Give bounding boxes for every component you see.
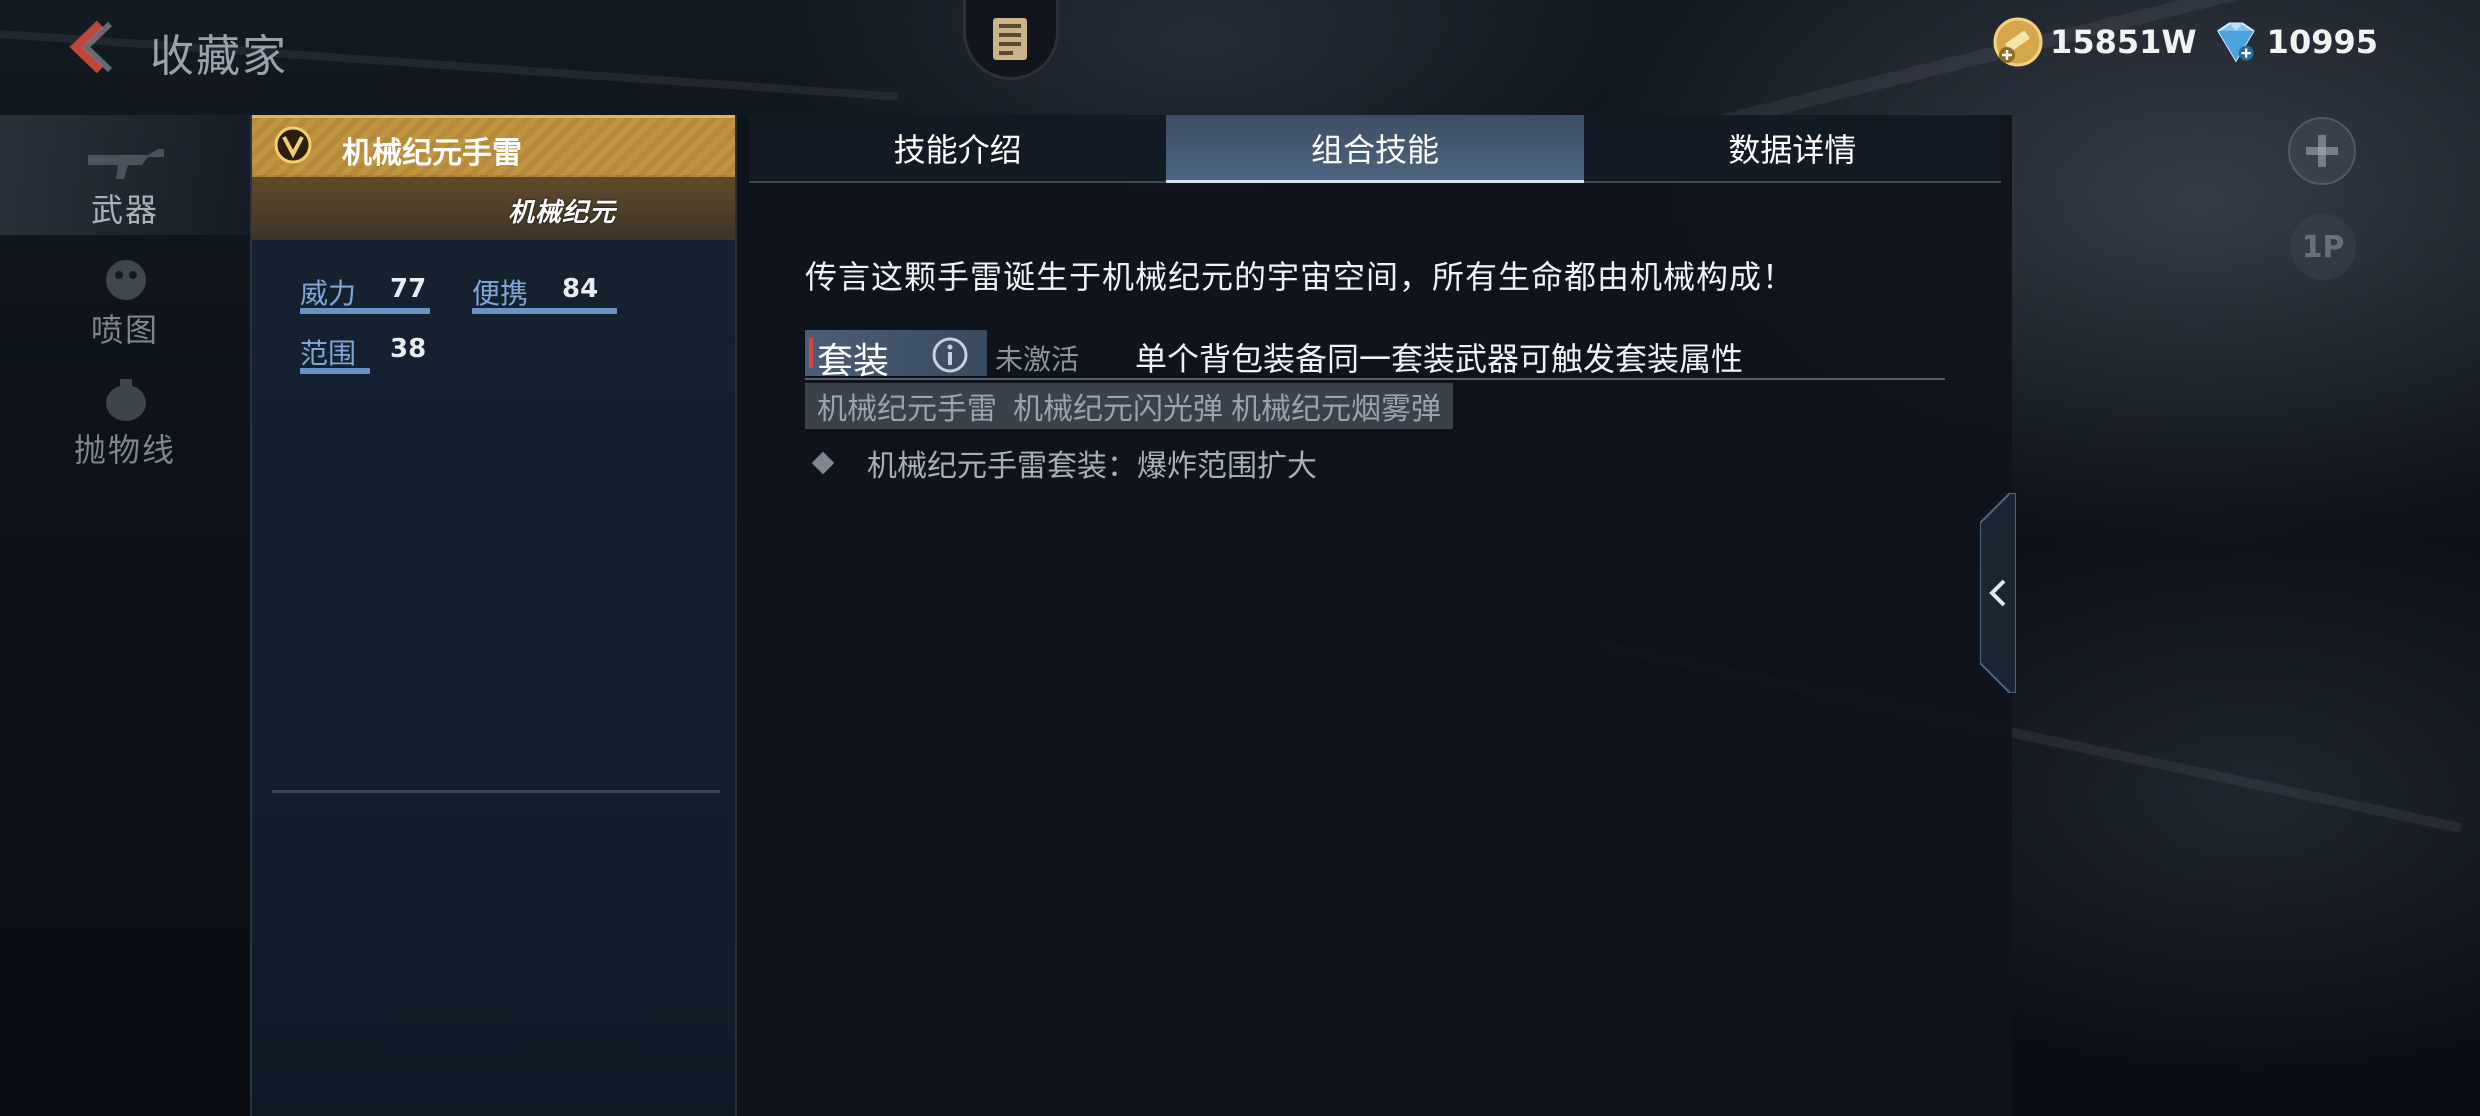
back-arrow-icon bbox=[69, 20, 113, 74]
rarity-badge-icon bbox=[274, 126, 312, 164]
screen: 收藏家 15851W 10995 武器 喷图 抛物线 机械纪元手雷 机械纪元 威… bbox=[0, 0, 2480, 1116]
divider bbox=[272, 790, 720, 793]
set-chip-marker bbox=[809, 338, 813, 368]
gold-coin-icon[interactable] bbox=[1992, 16, 2044, 68]
stat-label: 范围 bbox=[300, 337, 357, 370]
stat-portability: 便携 84 bbox=[472, 272, 617, 314]
series-logo-text: 机械纪元 bbox=[507, 197, 616, 228]
stat-bar bbox=[300, 368, 370, 374]
info-icon[interactable] bbox=[930, 335, 970, 375]
back-button[interactable] bbox=[58, 18, 118, 76]
sidebar-item-label: 抛物线 bbox=[73, 431, 176, 469]
weapon-panel: 机械纪元手雷 机械纪元 威力 77 便携 84 范围 38 bbox=[250, 115, 737, 1116]
stat-label: 威力 bbox=[300, 277, 357, 310]
stat-range: 范围 38 bbox=[300, 332, 426, 374]
set-header: 套装 未激活 单个背包装备同一套装武器可触发套装属性 bbox=[805, 330, 1945, 382]
set-item: 机械纪元烟雾弹 bbox=[1231, 392, 1441, 427]
document-icon bbox=[993, 17, 1027, 60]
settings-button[interactable] bbox=[2288, 117, 2356, 185]
player-tag-button[interactable]: 1P bbox=[2290, 214, 2356, 280]
stat-value: 77 bbox=[390, 274, 427, 304]
diamond-value: 10995 bbox=[2266, 23, 2378, 61]
set-status: 未激活 bbox=[995, 343, 1080, 376]
set-items: 机械纪元手雷 机械纪元闪光弹 机械纪元烟雾弹 bbox=[805, 383, 1453, 429]
currency-bar: 15851W 10995 bbox=[1992, 14, 2384, 70]
tab-bar: 技能介绍 组合技能 数据详情 bbox=[749, 115, 2001, 183]
set-description: 单个背包装备同一套装武器可触发套装属性 bbox=[1135, 340, 1744, 378]
gold-value: 15851W bbox=[2050, 23, 2197, 61]
spray-icon bbox=[106, 260, 146, 300]
notes-button[interactable] bbox=[963, 0, 1059, 80]
sidebar-item-label: 武器 bbox=[90, 191, 159, 229]
sidebar-item-label: 喷图 bbox=[90, 311, 159, 349]
series-logo: 机械纪元 bbox=[492, 187, 632, 233]
set-bonus-text: 机械纪元手雷套装：爆炸范围扩大 bbox=[867, 449, 1317, 484]
tab-data-details[interactable]: 数据详情 bbox=[1583, 115, 2001, 181]
diamond-icon[interactable] bbox=[2209, 16, 2261, 68]
category-sidebar: 武器 喷图 抛物线 bbox=[0, 115, 250, 1116]
set-item: 机械纪元手雷 bbox=[817, 392, 997, 427]
stat-bar bbox=[472, 308, 617, 314]
set-chip: 套装 bbox=[805, 330, 987, 382]
stat-power: 威力 77 bbox=[300, 272, 430, 314]
set-title: 套装 bbox=[817, 341, 890, 382]
sidebar-item-trajectory[interactable]: 抛物线 bbox=[0, 355, 250, 475]
collapse-panel-button[interactable] bbox=[1980, 493, 2016, 693]
gamepad-icon bbox=[2306, 135, 2338, 167]
diamond-bullet-icon bbox=[811, 451, 835, 475]
stat-bar bbox=[300, 308, 430, 314]
sidebar-item-spray[interactable]: 喷图 bbox=[0, 235, 250, 355]
tab-combo-skill[interactable]: 组合技能 bbox=[1166, 115, 1584, 183]
stat-value: 38 bbox=[390, 334, 427, 364]
sidebar-item-weapons[interactable]: 武器 bbox=[0, 115, 250, 235]
page-title: 收藏家 bbox=[150, 31, 288, 82]
weapon-lore: 传言这颗手雷诞生于机械纪元的宇宙空间，所有生命都由机械构成！ bbox=[805, 258, 1796, 296]
trajectory-icon bbox=[106, 379, 146, 421]
detail-panel: 技能介绍 组合技能 数据详情 传言这颗手雷诞生于机械纪元的宇宙空间，所有生命都由… bbox=[735, 115, 2012, 1116]
stat-value: 84 bbox=[562, 274, 599, 304]
weapon-name: 机械纪元手雷 bbox=[342, 136, 522, 171]
rifle-icon bbox=[88, 149, 164, 179]
set-item: 机械纪元闪光弹 bbox=[1013, 392, 1223, 427]
stat-label: 便携 bbox=[472, 277, 529, 310]
bg-streak bbox=[0, 30, 899, 101]
weapon-header: 机械纪元手雷 机械纪元 bbox=[252, 115, 737, 240]
set-bonus: 机械纪元手雷套装：爆炸范围扩大 bbox=[811, 443, 1317, 484]
tab-skill-intro[interactable]: 技能介绍 bbox=[749, 115, 1167, 181]
